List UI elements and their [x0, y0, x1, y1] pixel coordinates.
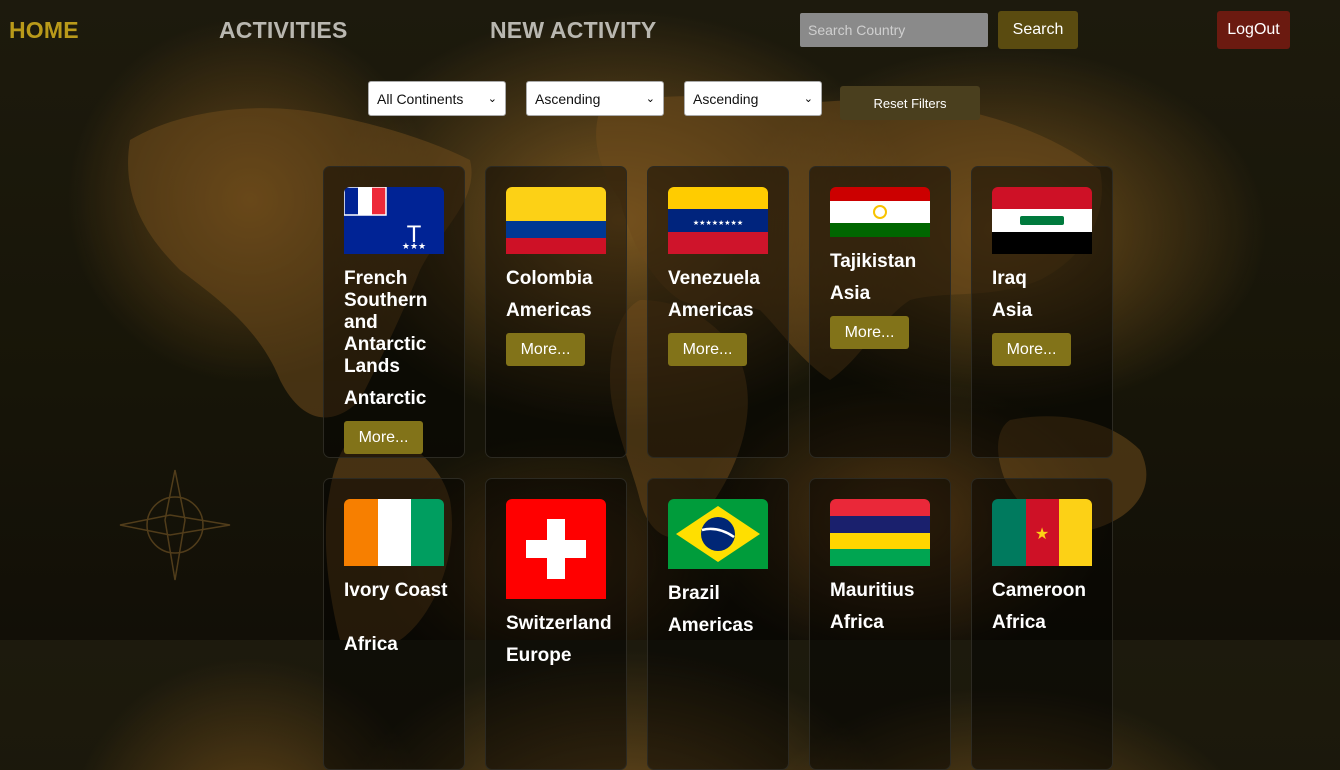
country-continent: Europe [506, 645, 572, 666]
nav-home-link[interactable]: HOME [9, 17, 79, 44]
continent-filter-value: All Continents [377, 90, 464, 107]
country-card: Colombia Americas More... [485, 166, 627, 458]
country-card: ★★★★★★★★ Venezuela Americas More... [647, 166, 789, 458]
country-name: Colombia [506, 268, 593, 289]
chevron-down-icon: ⌄ [645, 93, 655, 105]
country-continent: Americas [668, 615, 754, 636]
country-continent: Africa [992, 612, 1046, 633]
nav-new-activity-link[interactable]: NEW ACTIVITY [490, 17, 656, 44]
chevron-down-icon: ⌄ [487, 93, 497, 105]
more-button[interactable]: More... [668, 333, 747, 366]
country-name: Venezuela [668, 268, 760, 289]
colombia-flag-icon [506, 187, 606, 254]
more-button[interactable]: More... [344, 421, 423, 454]
country-continent: Africa [344, 634, 398, 655]
country-card: T ★★★ French Southern and Antarctic Land… [323, 166, 465, 458]
reset-filters-button[interactable]: Reset Filters [840, 86, 980, 120]
country-name: Cameroon [992, 580, 1086, 601]
sort-order-select-2[interactable]: Ascending ⌄ [684, 81, 822, 116]
country-continent: Antarctic [344, 388, 427, 409]
country-name: Mauritius [830, 580, 915, 601]
country-continent: Asia [830, 283, 871, 304]
sort-order-select-1[interactable]: Ascending ⌄ [526, 81, 664, 116]
country-continent: Africa [830, 612, 884, 633]
mauritius-flag-icon [830, 499, 930, 566]
continent-filter-select[interactable]: All Continents ⌄ [368, 81, 506, 116]
country-card: Ivory Coast Africa [323, 478, 465, 770]
sort-order-value-2: Ascending [693, 90, 759, 107]
country-name: Ivory Coast [344, 580, 448, 601]
country-continent: Americas [668, 300, 754, 321]
iraq-flag-icon [992, 187, 1092, 254]
country-name: French Southern and Antarctic Lands [344, 268, 428, 377]
chevron-down-icon: ⌄ [803, 93, 813, 105]
search-button[interactable]: Search [998, 11, 1078, 49]
country-continent: Asia [992, 300, 1033, 321]
switzerland-flag-icon [506, 499, 606, 599]
venezuela-flag-icon: ★★★★★★★★ [668, 187, 768, 254]
more-button[interactable]: More... [830, 316, 909, 349]
ivory-coast-flag-icon [344, 499, 444, 566]
country-card: Switzerland Europe [485, 478, 627, 770]
country-continent: Americas [506, 300, 592, 321]
country-card: ★ Cameroon Africa [971, 478, 1113, 770]
svg-text:★★★: ★★★ [402, 242, 426, 252]
french-southern-antarctic-lands-flag-icon: T ★★★ [344, 187, 444, 254]
more-button[interactable]: More... [992, 333, 1071, 366]
country-name: Switzerland [506, 613, 612, 634]
sort-order-value-1: Ascending [535, 90, 601, 107]
brazil-flag-icon [668, 499, 768, 569]
country-card: Mauritius Africa [809, 478, 951, 770]
more-button[interactable]: More... [506, 333, 585, 366]
cameroon-flag-icon: ★ [992, 499, 1092, 566]
country-name: Tajikistan [830, 251, 917, 272]
country-card: Iraq Asia More... [971, 166, 1113, 458]
svg-text:★★★★★★★★: ★★★★★★★★ [693, 219, 743, 227]
logout-button[interactable]: LogOut [1217, 11, 1290, 49]
country-name: Iraq [992, 268, 1027, 289]
search-country-input[interactable] [800, 13, 988, 47]
country-card: Brazil Americas [647, 478, 789, 770]
svg-text:★: ★ [1035, 524, 1049, 543]
tajikistan-flag-icon [830, 187, 930, 237]
country-card: Tajikistan Asia More... [809, 166, 951, 458]
nav-activities-link[interactable]: ACTIVITIES [219, 17, 348, 44]
country-name: Brazil [668, 583, 720, 604]
